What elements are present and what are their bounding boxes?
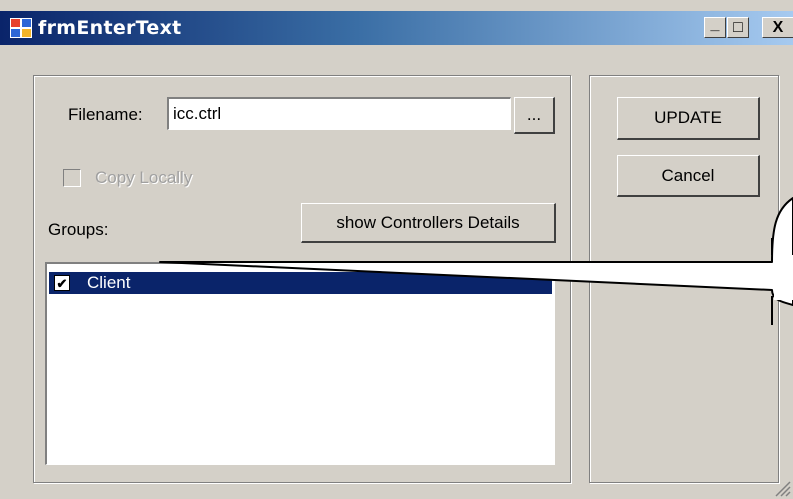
list-item-label: Client [87,273,131,292]
form-window: frmEnterText _ □ X Filename: ... Copy Lo… [0,0,793,499]
maximize-icon: □ [733,18,743,36]
filename-label: Filename: [68,105,143,124]
filename-input[interactable] [167,97,511,130]
maximize-button[interactable]: □ [727,17,749,38]
close-icon: X [772,18,784,36]
cancel-button[interactable]: Cancel [617,155,760,197]
browse-button-label: ... [526,105,542,124]
copy-locally-checkbox[interactable] [63,169,81,187]
app-form-icon[interactable] [10,18,32,38]
cancel-button-label: Cancel [661,165,715,185]
groups-label: Groups: [48,220,109,239]
copy-locally-label: Copy Locally [95,168,193,187]
show-controllers-details-button[interactable]: show Controllers Details [301,203,556,243]
title-bar[interactable]: frmEnterText _ □ X [0,11,793,45]
show-details-label: show Controllers Details [336,212,520,232]
groups-checked-list[interactable]: ✔ Client [45,262,555,465]
close-button[interactable]: X [762,17,793,38]
resize-grip-icon[interactable] [773,479,791,497]
minimize-icon: _ [710,15,720,33]
update-button[interactable]: UPDATE [617,97,760,140]
browse-button[interactable]: ... [514,97,555,134]
minimize-button[interactable]: _ [704,15,726,38]
update-button-label: UPDATE [654,108,722,127]
window-title: frmEnterText [38,17,182,39]
checkmark-icon[interactable]: ✔ [54,275,70,291]
list-item[interactable]: ✔ Client [49,272,552,294]
